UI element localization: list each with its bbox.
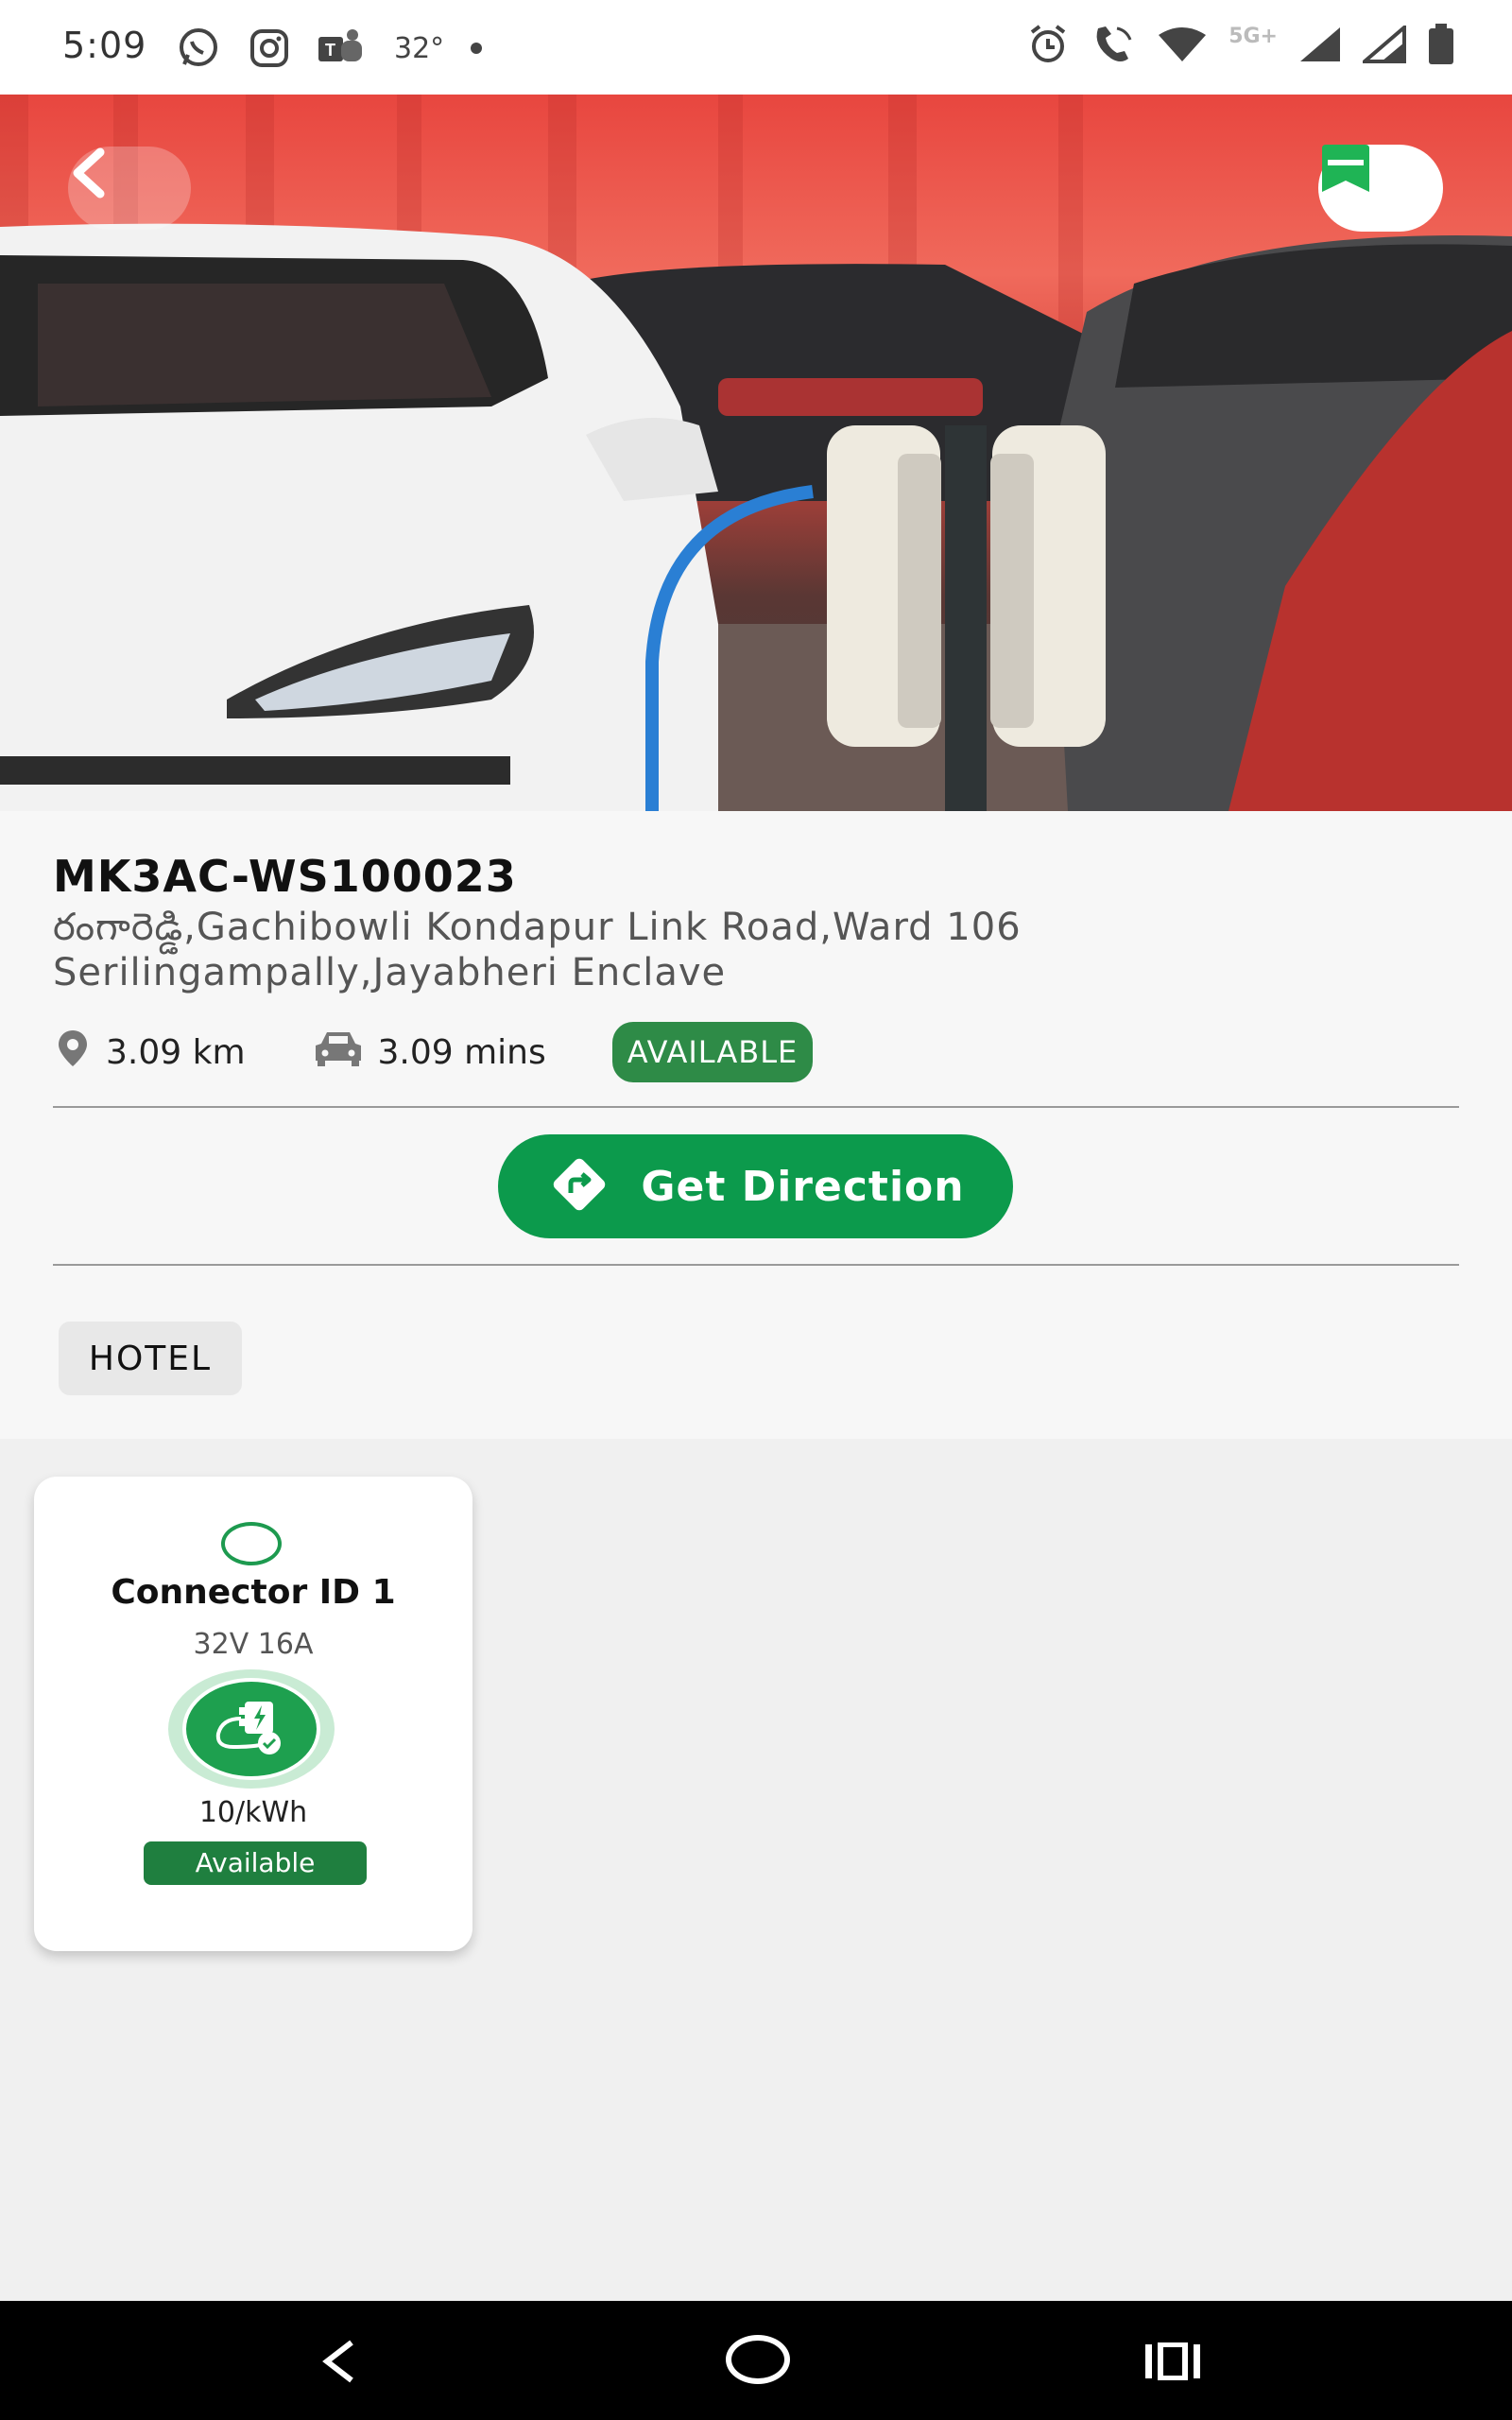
nav-home-icon[interactable] (726, 2335, 790, 2384)
direction-icon (546, 1151, 612, 1221)
tag-chip-hotel: HOTEL (59, 1322, 242, 1395)
svg-text:T: T (325, 41, 335, 60)
connector-card[interactable]: Connector ID 1 32V 16A 10/kWh Available (34, 1477, 472, 1951)
instagram-icon (249, 27, 290, 69)
status-bar: 5:09 T 32° 5G+ (0, 0, 1512, 95)
nav-back-icon[interactable] (318, 2339, 361, 2388)
signal-icon (1298, 26, 1342, 63)
connector-icon (168, 1669, 335, 1789)
teams-icon: T (317, 27, 368, 69)
bookmark-button[interactable] (1318, 145, 1443, 232)
nav-recents-icon[interactable] (1143, 2342, 1202, 2384)
connector-price: 10/kWh (198, 1796, 308, 1829)
alarm-icon (1026, 23, 1070, 66)
duration: 3.09 mins (312, 1028, 546, 1077)
connector-status-badge: Available (144, 1841, 367, 1885)
station-id: MK3AC-WS100023 (53, 851, 517, 902)
status-badge: AVAILABLE (611, 1022, 814, 1082)
system-nav-bar (0, 2301, 1512, 2420)
connector-spec: 32V 16A (193, 1628, 314, 1661)
connector-title: Connector ID 1 (111, 1573, 396, 1612)
status-left-icons: T 32° (175, 26, 483, 70)
station-address-line2: Serilingampally,Jayabheri Enclave (53, 951, 727, 994)
back-button[interactable] (68, 147, 191, 230)
status-right-icons: 5G+ (1026, 23, 1455, 66)
distance-value: 3.09 km (106, 1032, 246, 1072)
station-hero-image (0, 95, 1512, 811)
battery-icon (1427, 24, 1455, 65)
network-type-label: 5G+ (1228, 24, 1278, 48)
station-info-panel: MK3AC-WS100023 రంగారెడ్డి,Gachibowli Kon… (0, 811, 1512, 1439)
wifi-call-icon (1091, 23, 1136, 66)
location-pin-icon (53, 1028, 93, 1077)
whatsapp-icon (175, 26, 222, 70)
wifi-icon (1157, 26, 1208, 63)
notification-dot (471, 43, 483, 54)
distance: 3.09 km (53, 1028, 246, 1077)
duration-value: 3.09 mins (377, 1032, 546, 1072)
divider (53, 1264, 1459, 1266)
signal-icon (1363, 26, 1406, 63)
connector-radio[interactable] (221, 1522, 282, 1565)
ev-plug-icon (182, 1678, 320, 1780)
status-temperature: 32° (394, 31, 445, 65)
divider (53, 1106, 1459, 1108)
car-icon (312, 1028, 365, 1077)
station-meta-row: 3.09 km 3.09 mins AVAILABLE (53, 1021, 814, 1083)
status-time: 5:09 (62, 25, 147, 66)
get-direction-label: Get Direction (641, 1162, 965, 1211)
get-direction-button[interactable]: Get Direction (498, 1134, 1013, 1238)
